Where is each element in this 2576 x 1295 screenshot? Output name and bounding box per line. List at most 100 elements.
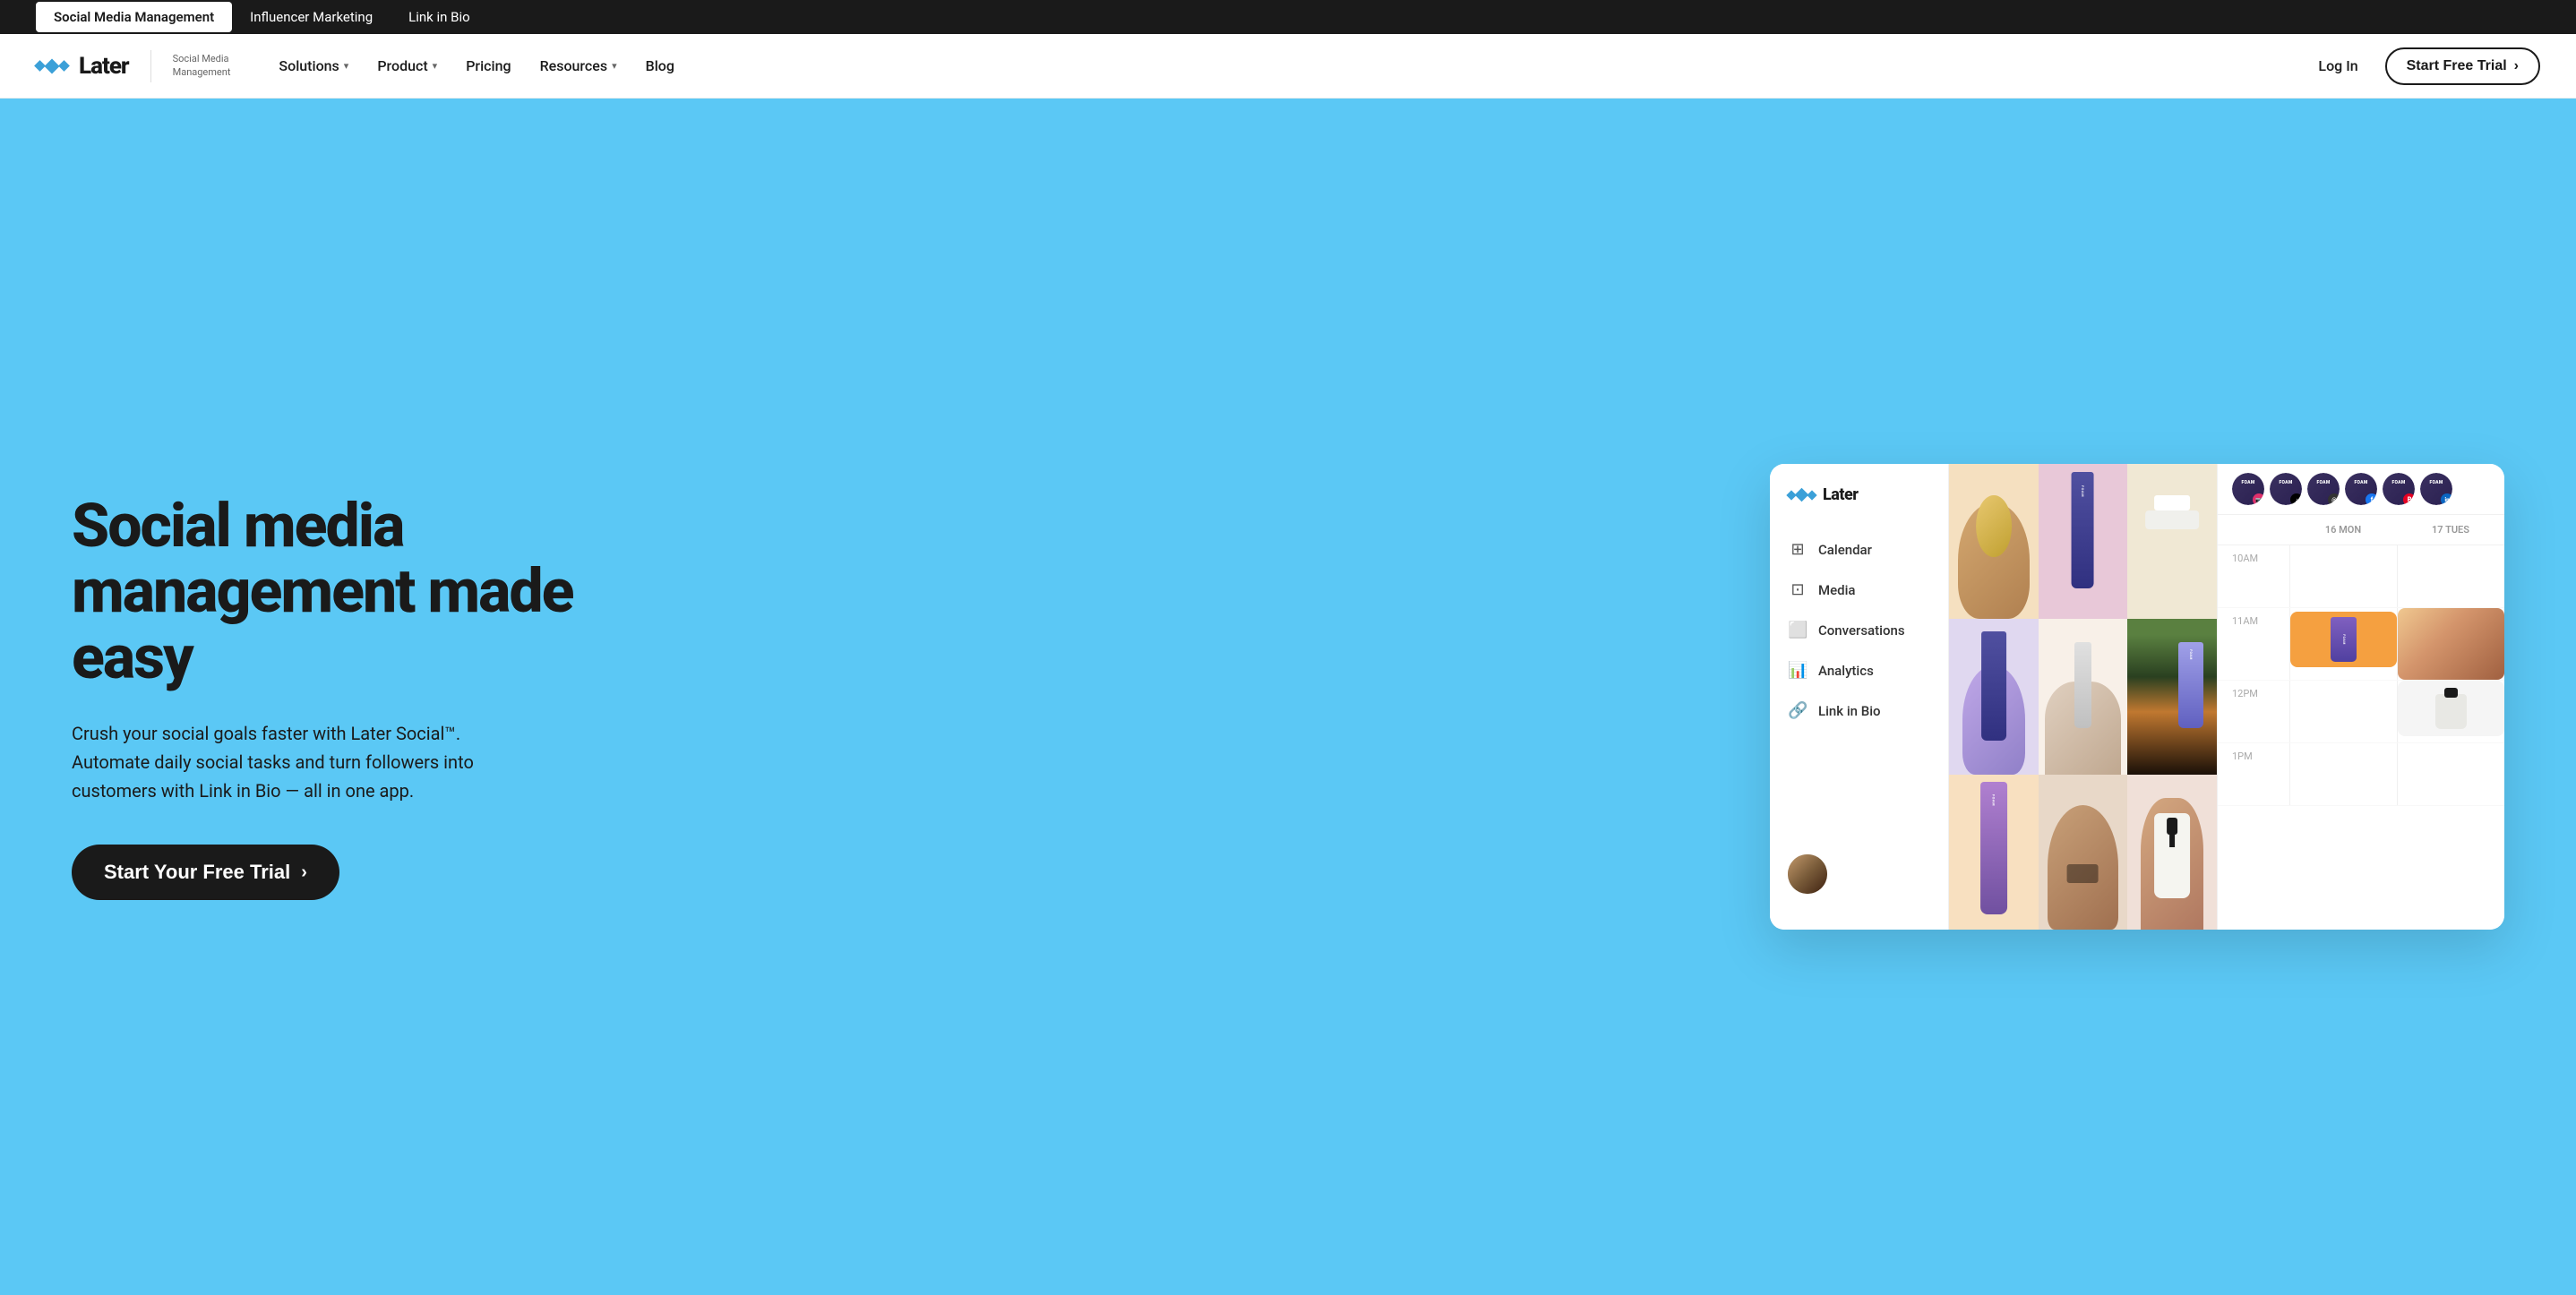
- media-cell-5: [2039, 619, 2128, 774]
- login-button[interactable]: Log In: [2306, 50, 2370, 81]
- hero-subtext: Crush your social goals faster with Late…: [72, 719, 502, 805]
- avatar-label-foam: FOAM: [2316, 480, 2330, 485]
- chevron-down-icon: ▾: [344, 60, 349, 72]
- nav-item-resources[interactable]: Resources ▾: [528, 50, 630, 81]
- nav-item-solutions[interactable]: Solutions ▾: [266, 50, 361, 81]
- cal-slot-tue-1pm: [2397, 743, 2504, 805]
- logo-link[interactable]: Later Social MediaManagement: [36, 50, 230, 82]
- chat-icon: ⬜: [1788, 621, 1807, 639]
- pump-head: [2444, 688, 2457, 699]
- banner-item-influencer[interactable]: Influencer Marketing: [232, 2, 391, 32]
- avatar-label-foam: FOAM: [2241, 480, 2254, 485]
- media-cell-2: FOAM: [2039, 464, 2128, 619]
- cal-slot-mon-10am: [2289, 545, 2397, 607]
- time-label-1pm: 1PM: [2218, 743, 2289, 769]
- calendar-icon: ⊞: [1788, 540, 1807, 559]
- sidebar-item-calendar[interactable]: ⊞ Calendar: [1770, 529, 1948, 570]
- sidebar-label-calendar: Calendar: [1818, 542, 1872, 558]
- media-cell-9: [2127, 775, 2217, 930]
- logo-divider: [150, 50, 151, 82]
- app-mockup: Later ⊞ Calendar ⊡ Media ⬜ Conversations…: [1770, 464, 2504, 930]
- start-free-trial-button[interactable]: Start Free Trial ›: [2385, 47, 2540, 85]
- cal-slot-mon-11am: FOAM: [2289, 608, 2397, 680]
- nav-links: Solutions ▾ Product ▾ Pricing Resources …: [266, 50, 2306, 81]
- media-cell-6: FOAM: [2127, 619, 2217, 774]
- diamond-icon-3: [58, 60, 70, 72]
- main-navigation: Later Social MediaManagement Solutions ▾…: [0, 34, 2576, 99]
- avatar-linkedin: FOAM in: [2420, 473, 2452, 505]
- nav-label-solutions: Solutions: [279, 57, 339, 74]
- nav-label-resources: Resources: [540, 57, 608, 74]
- linkedin-icon: in: [2441, 493, 2452, 505]
- banner-item-link-in-bio[interactable]: Link in Bio: [391, 2, 488, 32]
- avatar-tiktok: FOAM ♪: [2270, 473, 2302, 505]
- hero-app-mockup-container: Later ⊞ Calendar ⊡ Media ⬜ Conversations…: [573, 455, 2504, 939]
- instagram-icon: 📷: [2253, 493, 2264, 505]
- trial-button-label: Start Free Trial: [2407, 58, 2507, 74]
- logo-icon: [36, 61, 68, 72]
- nav-label-product: Product: [377, 57, 427, 74]
- pump-bottle-small: [2435, 688, 2468, 730]
- calendar-event-pump-bottle: [2398, 681, 2504, 736]
- facebook-icon: f: [2366, 493, 2377, 505]
- calendar-days-header: 16 MON 17 TUES: [2218, 515, 2504, 545]
- face-image: [2398, 608, 2504, 680]
- banner-item-social-media[interactable]: Social Media Management: [36, 2, 232, 32]
- pinterest-icon: P: [2403, 493, 2415, 505]
- sidebar-label-link-in-bio: Link in Bio: [1818, 703, 1881, 719]
- cal-day-17: 17 TUES: [2397, 520, 2504, 539]
- cal-slot-tue-12pm: [2397, 681, 2504, 742]
- tiktok-icon: ♪: [2290, 493, 2302, 505]
- media-cell-8: [2039, 775, 2128, 930]
- avatar-facebook: FOAM f: [2345, 473, 2377, 505]
- sidebar-item-analytics[interactable]: 📊 Analytics: [1770, 650, 1948, 690]
- time-slot-1pm: 1PM: [2218, 743, 2504, 806]
- hero-cta-label: Start Your Free Trial: [104, 861, 290, 884]
- app-logo-icon: [1788, 490, 1816, 500]
- hero-heading: Social media management made easy: [72, 493, 573, 690]
- social-platform-avatars: FOAM 📷 FOAM ♪ FOAM @ F: [2218, 464, 2504, 515]
- chevron-down-icon: ▾: [433, 60, 438, 72]
- sidebar-item-conversations[interactable]: ⬜ Conversations: [1770, 610, 1948, 650]
- analytics-icon: 📊: [1788, 661, 1807, 680]
- sidebar-item-link-in-bio[interactable]: 🔗 Link in Bio: [1770, 690, 1948, 731]
- avatar-label-foam: FOAM: [2354, 480, 2367, 485]
- nav-label-pricing: Pricing: [466, 57, 511, 74]
- media-cell-1: [1949, 464, 2039, 619]
- avatar-label-foam: FOAM: [2391, 480, 2405, 485]
- avatar-label-foam: FOAM: [2279, 480, 2292, 485]
- sidebar-item-media[interactable]: ⊡ Media: [1770, 570, 1948, 610]
- nav-label-blog: Blog: [646, 57, 674, 74]
- time-label-12pm: 12PM: [2218, 681, 2289, 707]
- logo-text: Later: [79, 53, 129, 80]
- cal-slot-mon-12pm: [2289, 681, 2397, 742]
- time-column-header: [2218, 520, 2289, 539]
- arrow-right-icon: ›: [301, 862, 307, 883]
- arrow-right-icon: ›: [2514, 58, 2519, 74]
- sidebar-label-analytics: Analytics: [1818, 663, 1874, 679]
- link-icon: 🔗: [1788, 701, 1807, 720]
- app-logo: Later: [1770, 485, 1948, 529]
- nav-item-product[interactable]: Product ▾: [365, 50, 450, 81]
- app-sidebar: Later ⊞ Calendar ⊡ Media ⬜ Conversations…: [1770, 464, 1949, 930]
- nav-item-blog[interactable]: Blog: [633, 50, 687, 81]
- avatar-label-foam: FOAM: [2429, 480, 2443, 485]
- app-calendar-panel: FOAM 📷 FOAM ♪ FOAM @ F: [2218, 464, 2504, 930]
- sidebar-label-conversations: Conversations: [1818, 622, 1905, 639]
- media-cell-7: FOAM: [1949, 775, 2039, 930]
- diamond-icon-2: [45, 58, 60, 73]
- calendar-event-orange-tube: FOAM: [2290, 612, 2397, 667]
- media-cell-3: [2127, 464, 2217, 619]
- nav-actions: Log In Start Free Trial ›: [2306, 47, 2540, 85]
- app-media-grid: FOAM: [1949, 464, 2218, 930]
- time-slot-12pm: 12PM: [2218, 681, 2504, 743]
- avatar-instagram: FOAM 📷: [2232, 473, 2264, 505]
- avatar-threads: FOAM @: [2307, 473, 2340, 505]
- nav-item-pricing[interactable]: Pricing: [453, 50, 523, 81]
- app-logo-text: Later: [1823, 485, 1858, 504]
- hero-cta-button[interactable]: Start Your Free Trial ›: [72, 845, 339, 900]
- app-avatar-area: [1770, 840, 1948, 908]
- sidebar-label-media: Media: [1818, 582, 1856, 598]
- media-icon: ⊡: [1788, 580, 1807, 599]
- time-slot-11am: 11AM FOAM: [2218, 608, 2504, 681]
